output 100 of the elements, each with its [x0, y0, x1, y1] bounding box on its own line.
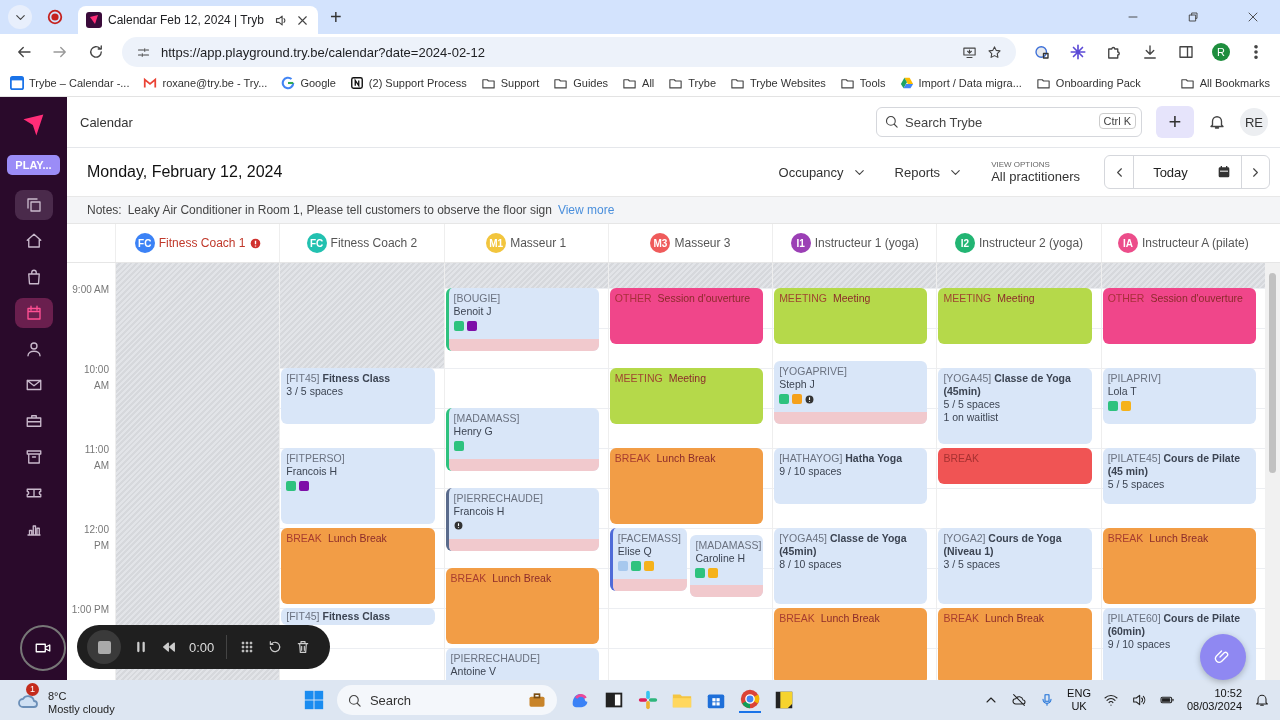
rewind-icon[interactable]: [161, 639, 177, 655]
bookmark[interactable]: Trybe – Calendar -...: [10, 76, 130, 90]
grid-icon[interactable]: [239, 639, 256, 655]
bookmark[interactable]: Trybe: [668, 75, 717, 91]
sparkle-icon[interactable]: [1069, 43, 1087, 61]
browser-icon[interactable]: [738, 687, 761, 713]
app-favicon-icon: [86, 12, 102, 28]
appointment-event[interactable]: [PIERRECHAUDE] Antoine V: [445, 648, 599, 680]
add-button[interactable]: +: [1156, 106, 1194, 138]
calendar-block[interactable]: MEETING Meeting: [609, 368, 764, 424]
pinwheel-icon[interactable]: [636, 689, 659, 711]
client-name: Benoit J: [453, 305, 492, 318]
extension-icon[interactable]: [1033, 43, 1051, 61]
practitioner-name: Masseur 3: [674, 236, 731, 250]
bell-icon[interactable]: [1254, 692, 1270, 708]
profile-avatar[interactable]: R: [1212, 43, 1230, 61]
reload-icon[interactable]: [87, 43, 105, 61]
bookmark-label: Trybe Websites: [750, 77, 826, 89]
practitioner-name: Masseur 1: [510, 236, 567, 250]
taskbar-search[interactable]: Search: [336, 685, 557, 715]
address-bar[interactable]: https://app.playground.try.be/calendar?date=2024-02-12: [122, 37, 1016, 67]
weather-widget[interactable]: 1 8°C Mostly cloudy: [16, 681, 115, 719]
calendar-block[interactable]: BREAK Lunch Break: [609, 448, 764, 524]
block-title: Lunch Break: [327, 532, 387, 545]
class-event[interactable]: [YOGA2] Cours de Yoga (Niveau 1) 3 / 5 spaces: [938, 528, 1092, 604]
client-name: Francois H: [453, 505, 505, 518]
class-event[interactable]: [HATHAYOG] Hatha Yoga 9 / 10 spaces: [774, 448, 928, 504]
calendar-block[interactable]: BREAK Lunch Break: [281, 528, 435, 604]
temperature: 8°C: [48, 689, 68, 703]
calendar-block[interactable]: BREAK Lunch Break: [774, 608, 928, 680]
bookmark[interactable]: Support: [480, 75, 540, 91]
dropdown-button[interactable]: Occupancy: [778, 164, 867, 180]
language-indicator[interactable]: ENG UK: [1067, 687, 1091, 713]
appointment-event[interactable]: [FACEMASS] Elise Q: [609, 528, 688, 591]
appointment-event[interactable]: [MADAMASS] Henry G: [445, 408, 599, 471]
side-panel-icon[interactable]: [1177, 43, 1195, 61]
service-code: [MADAMASS]: [695, 538, 762, 552]
home-icon: [24, 232, 43, 250]
client-name: Henry G: [453, 425, 493, 438]
class-event[interactable]: [FIT45] Fitness Class 3 / 5 spaces: [281, 368, 435, 424]
class-detail: 9 / 10 spaces: [1107, 638, 1171, 651]
time-label: 10:00 AM: [82, 363, 109, 393]
sidebar-item[interactable]: [14, 298, 53, 328]
star-icon[interactable]: [987, 44, 1002, 60]
bookmark[interactable]: Import / Data migra...: [899, 76, 1022, 90]
browser-tab[interactable]: Calendar Feb 12, 2024 | Tryb: [78, 6, 318, 34]
bookmark[interactable]: Google: [281, 76, 336, 90]
download-icon[interactable]: [1141, 43, 1159, 61]
windows-icon[interactable]: [302, 689, 325, 711]
bookmark[interactable]: Tools: [839, 75, 886, 91]
appointment-event[interactable]: [YOGAPRIVE] Steph J: [774, 361, 928, 424]
dropdown-button[interactable]: Reports: [894, 164, 964, 180]
calendar-icon: [10, 76, 24, 90]
bookmark[interactable]: Guides: [553, 75, 609, 91]
cloud-off-icon[interactable]: [1011, 692, 1028, 708]
clock[interactable]: 10:52 08/03/2024: [1186, 687, 1242, 713]
volume-icon[interactable]: [1130, 692, 1147, 708]
class-detail: 3 / 5 spaces: [286, 385, 343, 398]
stop-button[interactable]: [87, 630, 121, 664]
scrollbar[interactable]: [1264, 263, 1280, 680]
service-code: [FITPERSO]: [286, 452, 345, 465]
calendar-block[interactable]: MEETING Meeting: [938, 288, 1092, 344]
appointment-event[interactable]: [PILAPRIV] Lola T: [1102, 368, 1256, 424]
user-avatar[interactable]: RE: [1240, 108, 1268, 136]
appointment-event[interactable]: [MADAMASS] Caroline H: [690, 534, 764, 598]
class-event[interactable]: [YOGA45] Classe de Yoga (45min) 5 / 5 spaces 1 on waitlist: [938, 368, 1092, 444]
calendar-block[interactable]: BREAK Lunch Break: [445, 568, 599, 644]
class-title: [FIT45] Fitness Class: [286, 610, 391, 623]
bookmark-label: Trybe – Calendar -...: [29, 77, 130, 89]
class-detail: 5 / 5 spaces: [943, 398, 1001, 411]
class-event[interactable]: [FIT45] Fitness Class: [281, 608, 435, 626]
view-options-button[interactable]: VIEW OPTIONS All practitioners: [991, 160, 1080, 184]
calendar-block[interactable]: MEETING Meeting: [774, 288, 928, 344]
calendar-block[interactable]: BREAK Lunch Break: [1102, 528, 1256, 604]
all-bookmarks-button[interactable]: All Bookmarks: [1179, 75, 1270, 91]
practitioner-name: Fitness Coach 1: [158, 236, 246, 250]
bookmark[interactable]: Trybe Websites: [730, 75, 826, 91]
sidebar-item[interactable]: [14, 190, 53, 220]
class-title: [PILATE60] Cours de Pilate (60min): [1107, 612, 1241, 638]
class-event[interactable]: [YOGA45] Classe de Yoga (45min) 8 / 10 spaces: [774, 528, 928, 604]
wifi-icon[interactable]: [1102, 692, 1119, 708]
date-title: Monday, February 12, 2024: [87, 163, 283, 181]
bell-icon[interactable]: [1208, 113, 1226, 131]
install-icon[interactable]: [962, 44, 977, 60]
bookmark[interactable]: Onboarding Pack: [1035, 75, 1141, 91]
page-title: Calendar: [80, 114, 133, 130]
practitioner-name: Instructeur A (pilate): [1141, 236, 1249, 250]
bookmark[interactable]: (2) Support Process: [349, 76, 467, 90]
class-title: [YOGA45] Classe de Yoga (45min): [779, 532, 908, 558]
bookmark[interactable]: roxane@try.be - Try...: [143, 76, 268, 90]
new-tab-button[interactable]: +: [330, 7, 342, 27]
shortcut-hint: Ctrl K: [1098, 113, 1136, 129]
bookmark[interactable]: All: [622, 75, 655, 91]
appointment-event[interactable]: [BOUGIE] Benoit J: [445, 288, 599, 351]
appointment-event[interactable]: [FITPERSO] Francois H: [281, 448, 435, 524]
class-event[interactable]: [PILATE45] Cours de Pilate (45 min) 5 / 5 spaces: [1102, 448, 1256, 504]
practitioner-name: Instructeur 2 (yoga): [979, 236, 1084, 250]
calendar-block[interactable]: BREAK Lunch Break: [938, 608, 1092, 680]
bookmark-label: Onboarding Pack: [1055, 77, 1141, 89]
appointment-event[interactable]: [PIERRECHAUDE] Francois H: [445, 488, 599, 551]
